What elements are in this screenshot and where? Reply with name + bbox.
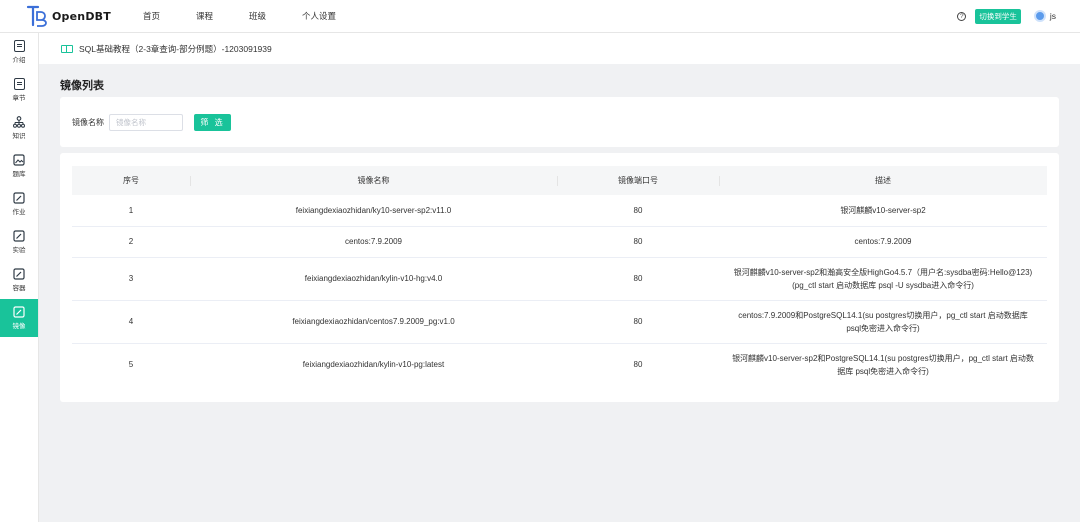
sidebar-item-homework[interactable]: 作业 bbox=[0, 185, 38, 223]
sidebar-item-image[interactable]: 镜像 bbox=[0, 299, 38, 337]
description-line: 银河麒麟v10-server-sp2 bbox=[840, 205, 926, 215]
sidebar-item-label: 介绍 bbox=[12, 57, 26, 64]
cell-index: 2 bbox=[72, 226, 190, 258]
course-sidebar: 介绍 章节 知识 题库 作业 实验 容器 镜像 bbox=[0, 33, 39, 522]
sidebar-item-experiment[interactable]: 实验 bbox=[0, 223, 38, 261]
edit-icon bbox=[13, 306, 25, 318]
username[interactable]: js bbox=[1050, 11, 1056, 21]
help-icon[interactable]: ? bbox=[957, 11, 967, 21]
cell-index: 1 bbox=[72, 195, 190, 227]
description-line: 银河麒麟v10-server-sp2和PostgreSQL14.1(su pos… bbox=[732, 353, 1034, 363]
sidebar-item-question-bank[interactable]: 题库 bbox=[0, 147, 38, 185]
cell-port: 80 bbox=[557, 300, 719, 344]
book-icon bbox=[61, 44, 73, 53]
cell-port: 80 bbox=[557, 195, 719, 227]
cell-description: 银河麒麟v10-server-sp2和PostgreSQL14.1(su pos… bbox=[719, 343, 1047, 386]
sidebar-item-label: 知识 bbox=[12, 133, 26, 140]
column-header-description: 描述 bbox=[719, 166, 1047, 195]
description-line: centos:7.9.2009 bbox=[854, 237, 912, 246]
sidebar-item-label: 容器 bbox=[12, 285, 26, 292]
description-line: (pg_ctl start 启动数据库 psql -U sysdba进入命令行) bbox=[792, 280, 974, 290]
sidebar-item-label: 章节 bbox=[12, 95, 26, 102]
image-name-input[interactable] bbox=[109, 113, 183, 131]
cell-port: 80 bbox=[557, 257, 719, 301]
filter-label: 镜像名称 bbox=[72, 117, 104, 127]
column-header-port: 镜像端口号 bbox=[557, 166, 719, 195]
description-line: centos:7.9.2009和PostgreSQL14.1(su postgr… bbox=[738, 310, 1028, 320]
switch-to-student-button[interactable]: 切换到学生 bbox=[975, 8, 1021, 24]
image-table-panel: 序号 镜像名称 镜像端口号 描述 1 feixiangdexiaozhidan/… bbox=[60, 153, 1059, 402]
table-row[interactable]: 1 feixiangdexiaozhidan/ky10-server-sp2:v… bbox=[72, 195, 1047, 227]
breadcrumb: SQL基础教程（2-3章查询-部分例题）-1203091939 bbox=[39, 33, 1080, 64]
cell-index: 4 bbox=[72, 300, 190, 344]
description-line: 银河麒麟v10-server-sp2和瀚高安全版HighGo4.5.7（用户名:… bbox=[733, 267, 1033, 277]
sidebar-item-chapters[interactable]: 章节 bbox=[0, 71, 38, 109]
cell-image-name: feixiangdexiaozhidan/kylin-v10-hg:v4.0 bbox=[190, 257, 557, 301]
avatar[interactable] bbox=[1033, 10, 1046, 22]
sidebar-item-container[interactable]: 容器 bbox=[0, 261, 38, 299]
sidebar-item-label: 实验 bbox=[12, 247, 26, 254]
nav-home[interactable]: 首页 bbox=[143, 10, 160, 22]
image-table: 序号 镜像名称 镜像端口号 描述 1 feixiangdexiaozhidan/… bbox=[72, 166, 1047, 386]
course-title[interactable]: SQL基础教程（2-3章查询-部分例题）-1203091939 bbox=[79, 43, 272, 55]
edit-icon bbox=[13, 230, 25, 242]
cell-image-name: centos:7.9.2009 bbox=[190, 226, 557, 258]
table-header-row: 序号 镜像名称 镜像端口号 描述 bbox=[72, 166, 1047, 195]
sidebar-item-label: 作业 bbox=[12, 209, 26, 216]
main-nav: 首页 课程 班级 个人设置 bbox=[143, 10, 372, 22]
filter-panel: 镜像名称 筛 选 bbox=[60, 97, 1059, 147]
tree-icon bbox=[13, 116, 25, 128]
nav-courses[interactable]: 课程 bbox=[196, 10, 213, 22]
cell-index: 5 bbox=[128, 360, 134, 370]
table-row[interactable]: 5 feixiangdexiaozhidan/kylin-v10-pg:late… bbox=[72, 343, 1047, 386]
cell-index: 3 bbox=[72, 257, 190, 301]
cell-port: 80 bbox=[557, 226, 719, 258]
page-title: 镜像列表 bbox=[60, 80, 104, 92]
app-logo[interactable]: OpenDBT bbox=[26, 4, 134, 28]
logo-icon bbox=[26, 5, 47, 27]
description-line: psql免密进入命令行) bbox=[846, 323, 920, 333]
nav-classes[interactable]: 班级 bbox=[249, 10, 266, 22]
document-icon bbox=[13, 78, 25, 90]
edit-icon bbox=[13, 192, 25, 204]
sidebar-item-label: 题库 bbox=[12, 171, 26, 178]
image-icon bbox=[13, 154, 25, 166]
sidebar-item-knowledge[interactable]: 知识 bbox=[0, 109, 38, 147]
cell-description: 银河麒麟v10-server-sp2 bbox=[719, 195, 1047, 227]
cell-description: centos:7.9.2009和PostgreSQL14.1(su postgr… bbox=[719, 300, 1047, 344]
cell-image-name: feixiangdexiaozhidan/kylin-v10-pg:latest bbox=[302, 360, 445, 370]
table-row[interactable]: 2 centos:7.9.2009 80 centos:7.9.2009 bbox=[72, 226, 1047, 258]
user-area: ? 切换到学生 js bbox=[957, 8, 1056, 24]
sidebar-item-label: 镜像 bbox=[12, 323, 26, 330]
edit-icon bbox=[13, 268, 25, 280]
nav-settings[interactable]: 个人设置 bbox=[302, 10, 336, 22]
sidebar-item-intro[interactable]: 介绍 bbox=[0, 33, 38, 71]
document-icon bbox=[13, 40, 25, 52]
cell-port: 80 bbox=[633, 360, 643, 370]
description-line: 据库 psql免密进入命令行) bbox=[837, 366, 929, 376]
logo-text: OpenDBT bbox=[52, 9, 111, 23]
table-row[interactable]: 4 feixiangdexiaozhidan/centos7.9.2009_pg… bbox=[72, 300, 1047, 344]
column-header-name: 镜像名称 bbox=[190, 166, 557, 195]
filter-button[interactable]: 筛 选 bbox=[194, 113, 231, 131]
cell-image-name: feixiangdexiaozhidan/ky10-server-sp2:v11… bbox=[190, 195, 557, 227]
top-nav-bar: OpenDBT 首页 课程 班级 个人设置 ? 切换到学生 js bbox=[0, 0, 1080, 33]
column-header-index: 序号 bbox=[72, 166, 190, 195]
cell-description: centos:7.9.2009 bbox=[719, 226, 1047, 258]
cell-image-name: feixiangdexiaozhidan/centos7.9.2009_pg:v… bbox=[190, 300, 557, 344]
table-row[interactable]: 3 feixiangdexiaozhidan/kylin-v10-hg:v4.0… bbox=[72, 257, 1047, 301]
cell-description: 银河麒麟v10-server-sp2和瀚高安全版HighGo4.5.7（用户名:… bbox=[719, 257, 1047, 301]
